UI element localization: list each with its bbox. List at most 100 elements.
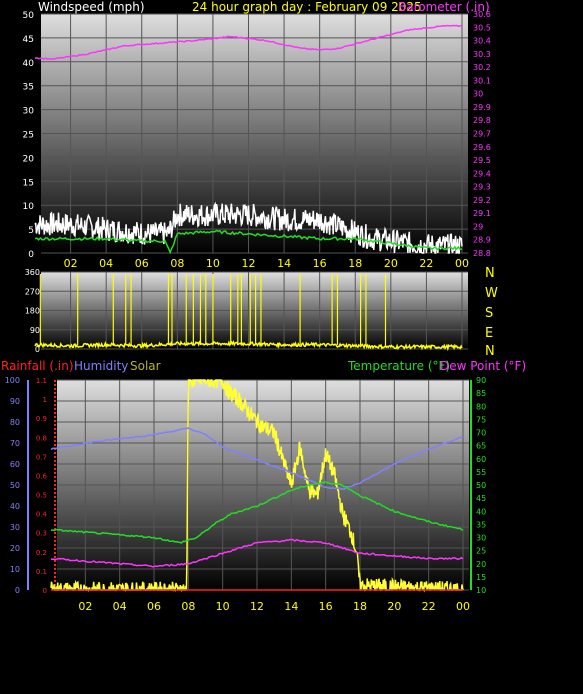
wind-y-tick: 30: [23, 107, 35, 117]
rain-y-tick: 0.3: [36, 530, 47, 538]
wind-y-tick: 45: [23, 35, 34, 45]
windspeed-axis-title: Windspeed (mph): [38, 0, 145, 14]
direction-y-tick: 180: [25, 307, 40, 316]
wind-x-tick: 20: [384, 257, 398, 270]
wind-x-tick: 04: [99, 257, 113, 270]
rain-y-tick: 0.9: [36, 415, 47, 423]
rain-y-tick: 0.2: [36, 549, 47, 557]
wind-x-tick: 08: [170, 257, 184, 270]
baro-y-tick: 29.5: [473, 156, 491, 165]
rain-y-tick: 0: [43, 587, 47, 595]
baro-y-tick: 28.9: [473, 236, 491, 245]
temp-y-tick: 10: [476, 586, 486, 595]
rain-y-tick: 0.5: [36, 492, 47, 500]
temp-y-tick: 85: [476, 389, 486, 398]
wind-y-tick: 50: [23, 11, 35, 21]
temp-y-tick: 30: [476, 534, 486, 543]
baro-y-tick: 29.2: [473, 196, 491, 205]
direction-y-tick: 270: [25, 287, 40, 296]
weather-graph: Windspeed (mph) 24 hour graph day : Febr…: [0, 0, 583, 694]
temp-y-tick: 55: [476, 468, 486, 477]
climate-x-tick: 04: [113, 600, 127, 613]
climate-x-tick: 14: [284, 600, 298, 613]
humidity-y-tick: 60: [10, 460, 20, 469]
temp-y-tick: 25: [476, 547, 486, 556]
legend-humidity: Humidity: [74, 359, 128, 373]
baro-y-tick: 29.9: [473, 103, 491, 112]
wind-y-tick: 40: [23, 59, 35, 69]
temp-y-tick: 50: [476, 481, 486, 490]
wind-y-tick: 5: [28, 226, 34, 236]
baro-y-tick: 28.8: [473, 249, 491, 258]
climate-x-tick: 20: [387, 600, 401, 613]
baro-y-tick: 30.1: [473, 76, 491, 85]
humidity-y-tick: 70: [10, 439, 20, 448]
climate-x-tick: 08: [181, 600, 195, 613]
temp-y-tick: 60: [476, 455, 486, 464]
temp-y-tick: 90: [476, 376, 486, 385]
temp-y-tick: 15: [476, 573, 486, 582]
humidity-y-tick: 100: [5, 376, 20, 385]
temp-y-tick: 65: [476, 442, 486, 451]
baro-y-tick: 29.3: [473, 183, 491, 192]
wind-y-tick: 0: [28, 250, 34, 260]
legend-dewpoint: Dew Point (°F): [440, 359, 526, 373]
humidity-y-tick: 10: [10, 565, 20, 574]
temp-y-tick: 20: [476, 560, 486, 569]
rain-y-tick: 0.8: [36, 434, 47, 442]
wind-x-tick: 18: [348, 257, 362, 270]
wind-x-tick: 16: [313, 257, 327, 270]
wind-x-tick: 00: [455, 257, 469, 270]
compass-n-top: N: [485, 266, 495, 281]
temp-y-tick: 35: [476, 520, 486, 529]
wind-y-tick: 10: [23, 202, 35, 212]
compass-e: E: [485, 326, 493, 341]
temp-y-tick: 70: [476, 429, 486, 438]
baro-y-tick: 30: [473, 90, 483, 99]
rain-y-tick: 1.1: [36, 377, 47, 385]
wind-x-tick: 22: [419, 257, 433, 270]
wind-y-tick: 25: [23, 131, 34, 141]
temp-y-tick: 45: [476, 494, 486, 503]
humidity-y-tick: 30: [10, 523, 20, 532]
baro-y-tick: 30.3: [473, 50, 491, 59]
temp-y-tick: 80: [476, 402, 486, 411]
humidity-y-tick: 50: [10, 481, 20, 490]
humidity-y-tick: 90: [10, 397, 20, 406]
baro-y-tick: 29: [473, 222, 483, 231]
legend-temperature: Temperature (°F): [347, 359, 450, 373]
temp-y-tick: 75: [476, 415, 486, 424]
wind-x-tick: 06: [135, 257, 149, 270]
temp-y-tick: 40: [476, 507, 486, 516]
compass-n-bottom: N: [485, 344, 495, 359]
direction-y-tick: 360: [25, 268, 40, 277]
legend-rainfall: Rainfall (.in): [1, 359, 74, 373]
climate-x-tick: 00: [456, 600, 470, 613]
humidity-y-tick: 20: [10, 544, 20, 553]
rain-y-tick: 0.1: [36, 568, 47, 576]
chart-layers: 0 5 10 15 20 25 30 35 40 45 50 28.8 28.9 29 29.1 29.2 29…: [5, 10, 491, 613]
wind-x-tick: 02: [64, 257, 78, 270]
baro-y-tick: 29.4: [473, 169, 491, 178]
wind-y-tick: 20: [23, 154, 35, 164]
climate-x-tick: 18: [353, 600, 367, 613]
baro-y-tick: 29.6: [473, 143, 491, 152]
baro-y-tick: 29.1: [473, 209, 491, 218]
climate-x-tick: 22: [422, 600, 436, 613]
rain-y-tick: 0.6: [36, 472, 48, 480]
baro-y-tick: 30.5: [473, 23, 491, 32]
rain-y-tick: 0.7: [36, 453, 47, 461]
compass-s: S: [485, 306, 493, 321]
direction-y-tick: 90: [30, 326, 40, 335]
baro-y-tick: 30.4: [473, 37, 491, 46]
humidity-y-tick: 40: [10, 502, 20, 511]
compass-w: W: [485, 286, 498, 301]
wind-x-tick: 14: [277, 257, 291, 270]
baro-y-tick: 29.8: [473, 116, 491, 125]
climate-x-tick: 06: [147, 600, 161, 613]
wind-y-tick: 15: [23, 178, 34, 188]
climate-x-tick: 12: [250, 600, 264, 613]
wind-x-tick: 12: [242, 257, 256, 270]
humidity-y-tick: 80: [10, 418, 20, 427]
climate-x-tick: 10: [216, 600, 230, 613]
